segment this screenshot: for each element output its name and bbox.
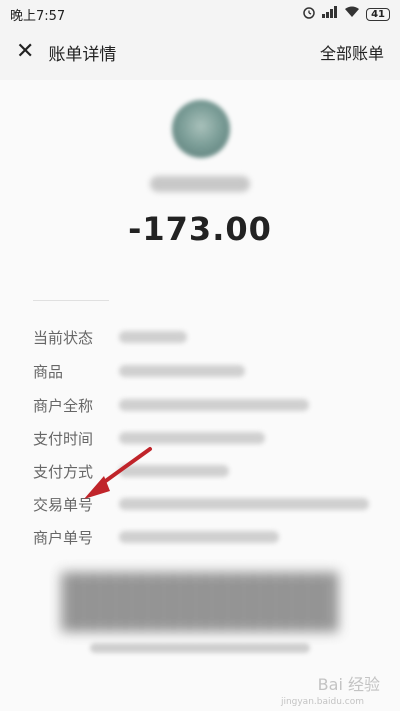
detail-value-blurred [119, 465, 229, 477]
barcode-number-blurred [90, 643, 310, 653]
detail-row-product: 商品 [33, 356, 373, 386]
detail-value-blurred [119, 531, 279, 543]
battery-indicator: 41 [366, 7, 390, 21]
page-title: 账单详情 [48, 44, 117, 65]
alarm-icon [302, 5, 316, 23]
detail-label: 交易单号 [33, 495, 94, 514]
detail-label: 商品 [33, 362, 64, 381]
detail-label: 商户全称 [33, 396, 94, 415]
status-time: 晚上7:57 [10, 8, 66, 24]
bill-amount: -173.00 [128, 210, 272, 248]
status-icons: 41 [302, 5, 390, 23]
all-bills-link[interactable]: 全部账单 [320, 40, 384, 64]
detail-row-status: 当前状态 [33, 322, 373, 352]
detail-value-blurred [119, 331, 187, 343]
watermark-url: jingyan.baidu.com [280, 697, 364, 707]
wifi-icon [344, 6, 360, 22]
detail-row-pay-time: 支付时间 [33, 423, 373, 453]
divider [33, 300, 109, 301]
detail-value-blurred [119, 432, 265, 444]
detail-row-pay-method: 支付方式 [33, 456, 373, 486]
detail-row-transaction-id[interactable]: 交易单号 [33, 489, 373, 519]
detail-label: 支付方式 [33, 462, 94, 481]
signal-icon [322, 6, 338, 22]
detail-value-blurred [119, 498, 369, 510]
detail-row-merchant-order-id[interactable]: 商户单号 [33, 522, 373, 552]
detail-label: 当前状态 [33, 328, 94, 347]
nav-bar: ✕ 账单详情 全部账单 [0, 28, 400, 76]
detail-value-blurred [119, 365, 245, 377]
detail-label: 支付时间 [33, 429, 94, 448]
merchant-avatar [172, 100, 230, 158]
detail-row-merchant: 商户全称 [33, 390, 373, 420]
barcode-blurred [62, 572, 338, 632]
status-bar: 晚上7:57 41 [0, 0, 400, 28]
close-icon[interactable]: ✕ [16, 41, 34, 63]
merchant-name-blurred [150, 176, 250, 192]
detail-value-blurred [119, 399, 309, 411]
watermark-logo: Bai 经验 [317, 675, 380, 694]
detail-label: 商户单号 [33, 528, 94, 547]
